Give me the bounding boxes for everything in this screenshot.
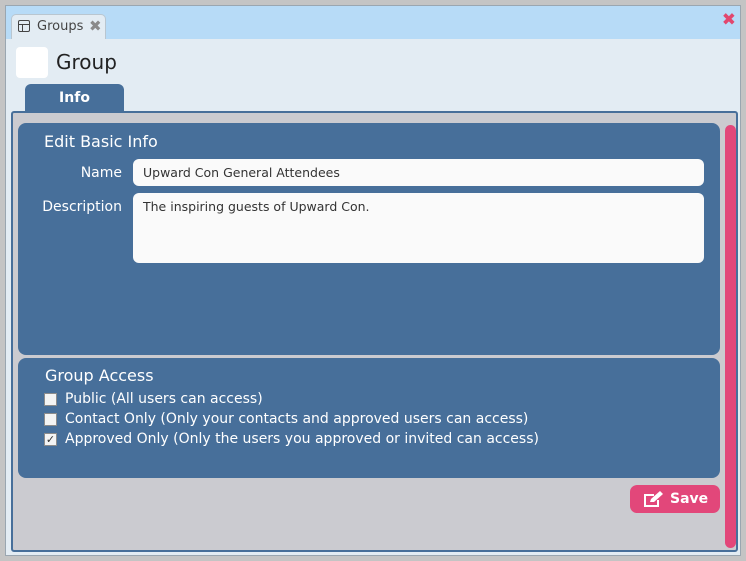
name-label: Name (80, 165, 122, 181)
edit-basic-info-title: Edit Basic Info (44, 132, 158, 151)
tab-close-icon[interactable]: ✖ (89, 17, 102, 35)
tab-content: Edit Basic Info Name Upward Con General … (11, 111, 738, 552)
scrollbar[interactable] (725, 125, 736, 548)
window-icon (18, 20, 30, 32)
contact-only-label: Contact Only (Only your contacts and app… (65, 411, 529, 427)
approved-only-label: Approved Only (Only the users you approv… (65, 431, 539, 447)
public-checkbox[interactable] (44, 393, 57, 406)
save-label: Save (670, 491, 709, 507)
close-icon[interactable]: ✖ (722, 10, 736, 30)
window-tab-label: Groups (37, 19, 84, 34)
group-access-panel: Group Access Public (All users can acces… (18, 358, 720, 478)
description-label: Description (42, 199, 122, 215)
group-access-title: Group Access (45, 366, 154, 385)
save-button[interactable]: Save (630, 485, 720, 513)
window-tab[interactable]: Groups ✖ (11, 14, 106, 39)
edit-icon (644, 491, 663, 507)
approved-only-checkbox[interactable]: ✓ (44, 433, 57, 446)
description-textarea[interactable]: The inspiring guests of Upward Con. (133, 193, 704, 263)
name-input[interactable]: Upward Con General Attendees (133, 159, 704, 186)
edit-basic-info-panel: Edit Basic Info Name Upward Con General … (18, 123, 720, 355)
page-title: Group (56, 50, 117, 74)
group-avatar (16, 47, 48, 78)
groups-window: Groups ✖ ✖ Group Info Edit Basic Info Na… (5, 5, 741, 556)
contact-only-checkbox[interactable] (44, 413, 57, 426)
title-bar: Groups ✖ ✖ (6, 6, 740, 39)
public-label: Public (All users can access) (65, 391, 263, 407)
tab-info[interactable]: Info (25, 84, 124, 112)
